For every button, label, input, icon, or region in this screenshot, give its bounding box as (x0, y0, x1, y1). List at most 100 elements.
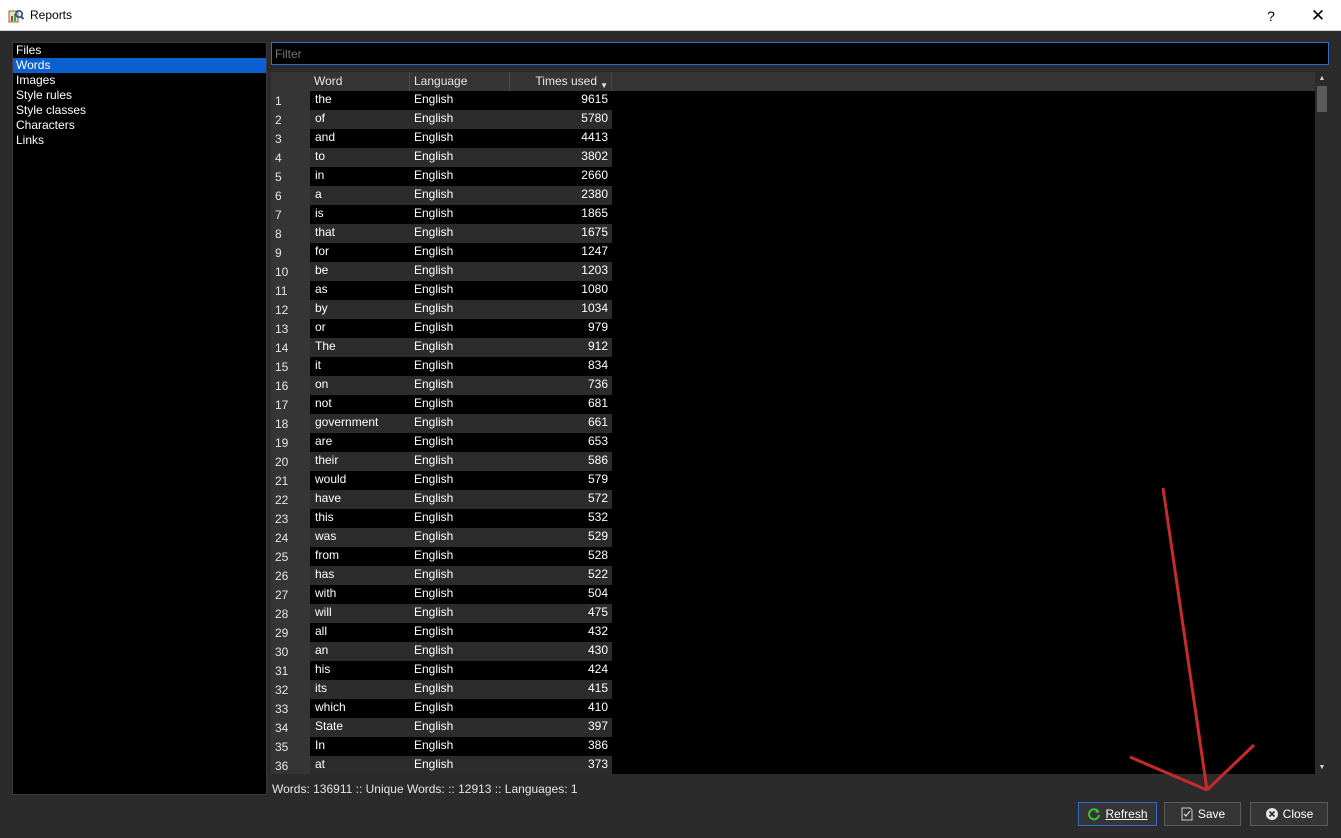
table-row[interactable]: 12 by English 1034 (271, 300, 612, 319)
nav-item-links[interactable]: Links (13, 133, 266, 148)
help-button[interactable]: ? (1256, 0, 1286, 31)
window-close-button[interactable]: ✕ (1301, 0, 1335, 31)
language-cell: English (410, 224, 510, 243)
table-row[interactable]: 18 government English 661 (271, 414, 612, 433)
row-number: 24 (271, 528, 310, 547)
table-row[interactable]: 22 have English 572 (271, 490, 612, 509)
language-cell: English (410, 395, 510, 414)
report-type-list[interactable]: Files Words Images Style rules Style classes… (12, 42, 267, 795)
close-button[interactable]: Close (1250, 802, 1328, 826)
table-row[interactable]: 6 a English 2380 (271, 186, 612, 205)
word-cell: his (310, 661, 410, 680)
row-number: 15 (271, 357, 310, 376)
row-number: 5 (271, 167, 310, 186)
row-number: 29 (271, 623, 310, 642)
table-row[interactable]: 17 not English 681 (271, 395, 612, 414)
filter-input[interactable] (271, 42, 1329, 65)
table-row[interactable]: 30 an English 430 (271, 642, 612, 661)
times-used-cell: 522 (510, 566, 612, 585)
refresh-button[interactable]: Refresh (1078, 802, 1157, 826)
refresh-button-label: Refresh (1105, 807, 1148, 821)
nav-item-files[interactable]: Files (13, 43, 266, 58)
nav-item-words[interactable]: Words (13, 58, 266, 73)
times-used-cell: 528 (510, 547, 612, 566)
column-header-word[interactable]: Word (310, 72, 410, 91)
table-row[interactable]: 8 that English 1675 (271, 224, 612, 243)
word-cell: In (310, 737, 410, 756)
nav-item-characters[interactable]: Characters (13, 118, 266, 133)
language-cell: English (410, 471, 510, 490)
times-used-cell: 1675 (510, 224, 612, 243)
table-row[interactable]: 20 their English 586 (271, 452, 612, 471)
table-row[interactable]: 10 be English 1203 (271, 262, 612, 281)
table-row[interactable]: 15 it English 834 (271, 357, 612, 376)
row-number: 14 (271, 338, 310, 357)
table-row[interactable]: 7 is English 1865 (271, 205, 612, 224)
table-row[interactable]: 3 and English 4413 (271, 129, 612, 148)
row-number: 3 (271, 129, 310, 148)
table-row[interactable]: 33 which English 410 (271, 699, 612, 718)
table-row[interactable]: 19 are English 653 (271, 433, 612, 452)
language-cell: English (410, 718, 510, 737)
close-circle-icon (1265, 808, 1278, 820)
save-button[interactable]: Save (1164, 802, 1241, 826)
language-cell: English (410, 129, 510, 148)
row-number: 36 (271, 756, 310, 774)
table-row[interactable]: 4 to English 3802 (271, 148, 612, 167)
title-bar: Reports ? ✕ (0, 0, 1341, 31)
table-row[interactable]: 29 all English 432 (271, 623, 612, 642)
word-cell: The (310, 338, 410, 357)
row-number: 21 (271, 471, 310, 490)
table-row[interactable]: 21 would English 579 (271, 471, 612, 490)
table-row[interactable]: 16 on English 736 (271, 376, 612, 395)
row-number: 30 (271, 642, 310, 661)
row-number: 12 (271, 300, 310, 319)
scroll-up-icon[interactable]: ▲ (1315, 72, 1329, 85)
table-row[interactable]: 23 this English 532 (271, 509, 612, 528)
language-cell: English (410, 205, 510, 224)
table-row[interactable]: 13 or English 979 (271, 319, 612, 338)
table-row[interactable]: 9 for English 1247 (271, 243, 612, 262)
scroll-down-icon[interactable]: ▼ (1315, 761, 1329, 774)
scrollbar-thumb[interactable] (1317, 86, 1327, 112)
table-row[interactable]: 34 State English 397 (271, 718, 612, 737)
times-used-cell: 834 (510, 357, 612, 376)
table-row[interactable]: 27 with English 504 (271, 585, 612, 604)
language-cell: English (410, 300, 510, 319)
nav-item-style-classes[interactable]: Style classes (13, 103, 266, 118)
table-body: 1 the English 9615 2 of English 5780 3 and English… (271, 91, 612, 774)
table-row[interactable]: 25 from English 528 (271, 547, 612, 566)
language-cell: English (410, 186, 510, 205)
column-header-language[interactable]: Language (410, 72, 510, 91)
language-cell: English (410, 338, 510, 357)
table-row[interactable]: 26 has English 522 (271, 566, 612, 585)
times-used-cell: 572 (510, 490, 612, 509)
word-cell: in (310, 167, 410, 186)
column-header-times-used[interactable]: Times used ▼ (510, 72, 612, 91)
language-cell: English (410, 509, 510, 528)
word-cell: at (310, 756, 410, 774)
table-row[interactable]: 1 the English 9615 (271, 91, 612, 110)
table-row[interactable]: 36 at English 373 (271, 756, 612, 774)
table-row[interactable]: 11 as English 1080 (271, 281, 612, 300)
table-row[interactable]: 31 his English 424 (271, 661, 612, 680)
language-cell: English (410, 490, 510, 509)
nav-item-images[interactable]: Images (13, 73, 266, 88)
table-row[interactable]: 2 of English 5780 (271, 110, 612, 129)
vertical-scrollbar[interactable]: ▲ ▼ (1315, 72, 1329, 774)
table-row[interactable]: 32 its English 415 (271, 680, 612, 699)
table-row[interactable]: 28 will English 475 (271, 604, 612, 623)
nav-item-style-rules[interactable]: Style rules (13, 88, 266, 103)
table-row[interactable]: 5 in English 2660 (271, 167, 612, 186)
table-row[interactable]: 14 The English 912 (271, 338, 612, 357)
word-cell: for (310, 243, 410, 262)
table-row[interactable]: 24 was English 529 (271, 528, 612, 547)
language-cell: English (410, 357, 510, 376)
word-cell: the (310, 91, 410, 110)
refresh-icon (1088, 808, 1101, 821)
times-used-cell: 661 (510, 414, 612, 433)
table-row[interactable]: 35 In English 386 (271, 737, 612, 756)
word-cell: to (310, 148, 410, 167)
language-cell: English (410, 566, 510, 585)
language-cell: English (410, 585, 510, 604)
